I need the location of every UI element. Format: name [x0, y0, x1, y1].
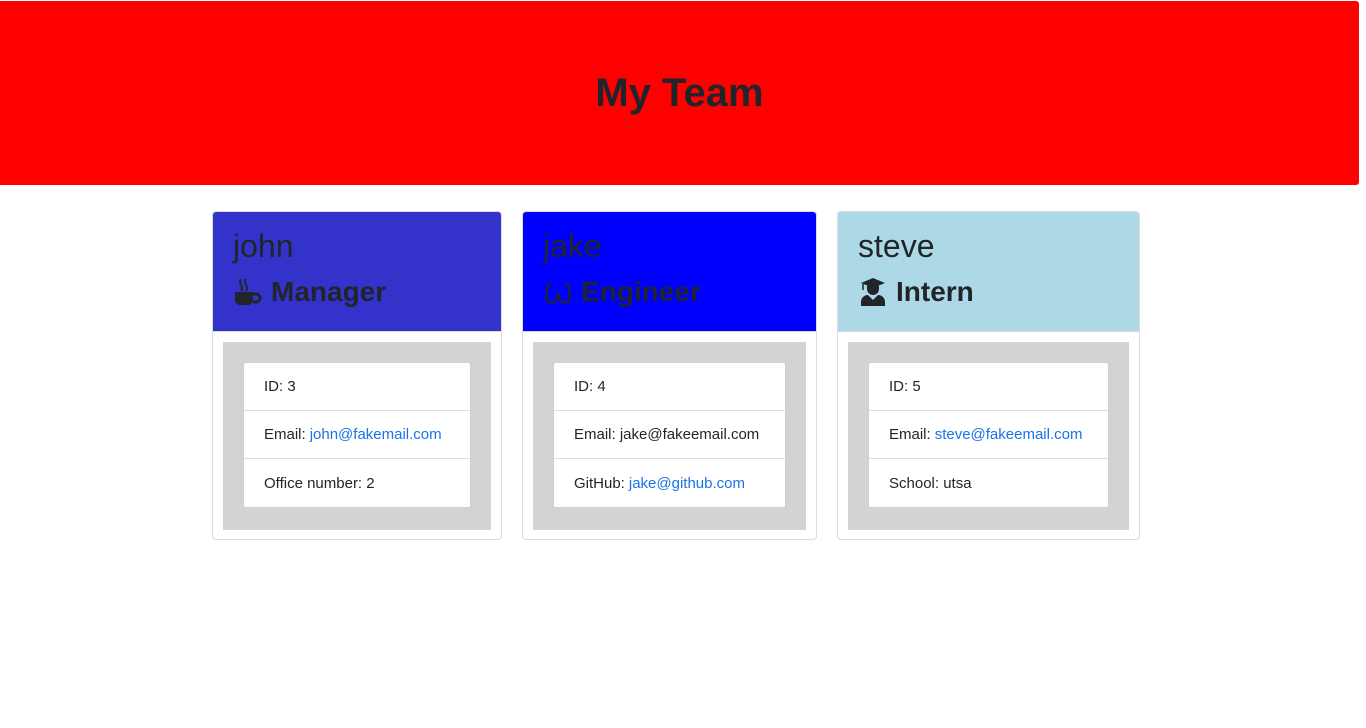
office-number-text: Office number: 2: [264, 474, 375, 492]
github-link[interactable]: jake@github.com: [629, 475, 745, 492]
email-label: Email:: [264, 426, 306, 443]
info-list: ID: 4 Email: jake@fakeemail.com GitHub: …: [553, 362, 786, 508]
github-label: GitHub:: [574, 474, 625, 492]
id-item: ID: 5: [869, 363, 1108, 411]
info-container: ID: 3 Email: john@fakemail.com Office nu…: [223, 342, 491, 530]
id-item: ID: 4: [554, 363, 785, 411]
card-header: jake Engineer: [523, 212, 816, 332]
email-link[interactable]: steve@fakeemail.com: [935, 426, 1083, 443]
page-header: My Team: [0, 1, 1359, 185]
employee-card-intern: steve Intern ID: 5 Email: steve@fakeemai…: [837, 211, 1140, 540]
email-text: Email: jake@fakeemail.com: [574, 426, 760, 443]
info-container: ID: 4 Email: jake@fakeemail.com GitHub: …: [533, 342, 806, 530]
card-body: ID: 3 Email: john@fakemail.com Office nu…: [213, 332, 501, 539]
email-item: Email: steve@fakeemail.com: [869, 411, 1108, 459]
employee-role: Intern: [858, 274, 1139, 310]
id-text: ID: 4: [574, 378, 606, 395]
glasses-icon: [543, 277, 573, 307]
employee-card-manager: john Manager ID: 3 Email: john@fakemail.…: [212, 211, 502, 540]
school-text: School: utsa: [889, 474, 972, 492]
card-header: steve Intern: [838, 212, 1139, 332]
coffee-icon: [233, 277, 263, 307]
employee-name: steve: [858, 228, 935, 264]
github-item: GitHub: jake@github.com: [554, 459, 785, 507]
employee-role: Manager: [233, 274, 501, 310]
email-item: Email: jake@fakeemail.com: [554, 411, 785, 459]
email-item: Email: john@fakemail.com: [244, 411, 470, 459]
id-text: ID: 3: [264, 378, 296, 395]
info-list: ID: 5 Email: steve@fakeemail.com School:…: [868, 362, 1109, 508]
employee-role: Engineer: [543, 274, 816, 310]
email-link[interactable]: john@fakemail.com: [310, 426, 442, 443]
card-body: ID: 4 Email: jake@fakeemail.com GitHub: …: [523, 332, 816, 539]
card-header: john Manager: [213, 212, 501, 332]
office-number-item: Office number: 2: [244, 459, 470, 507]
employee-name: jake: [543, 228, 602, 264]
card-body: ID: 5 Email: steve@fakeemail.com School:…: [838, 332, 1139, 539]
id-item: ID: 3: [244, 363, 470, 411]
page-title: My Team: [595, 70, 764, 115]
graduate-icon: [858, 277, 888, 307]
email-label: Email:: [889, 426, 931, 443]
school-item: School: utsa: [869, 459, 1108, 507]
id-text: ID: 5: [889, 378, 921, 395]
employee-card-engineer: jake Engineer ID: 4 Email: jake@fakeemai…: [522, 211, 817, 540]
info-container: ID: 5 Email: steve@fakeemail.com School:…: [848, 342, 1129, 530]
role-label: Intern: [896, 276, 974, 307]
info-list: ID: 3 Email: john@fakemail.com Office nu…: [243, 362, 471, 508]
employee-name: john: [233, 228, 294, 264]
role-label: Engineer: [581, 276, 701, 307]
role-label: Manager: [271, 276, 387, 307]
